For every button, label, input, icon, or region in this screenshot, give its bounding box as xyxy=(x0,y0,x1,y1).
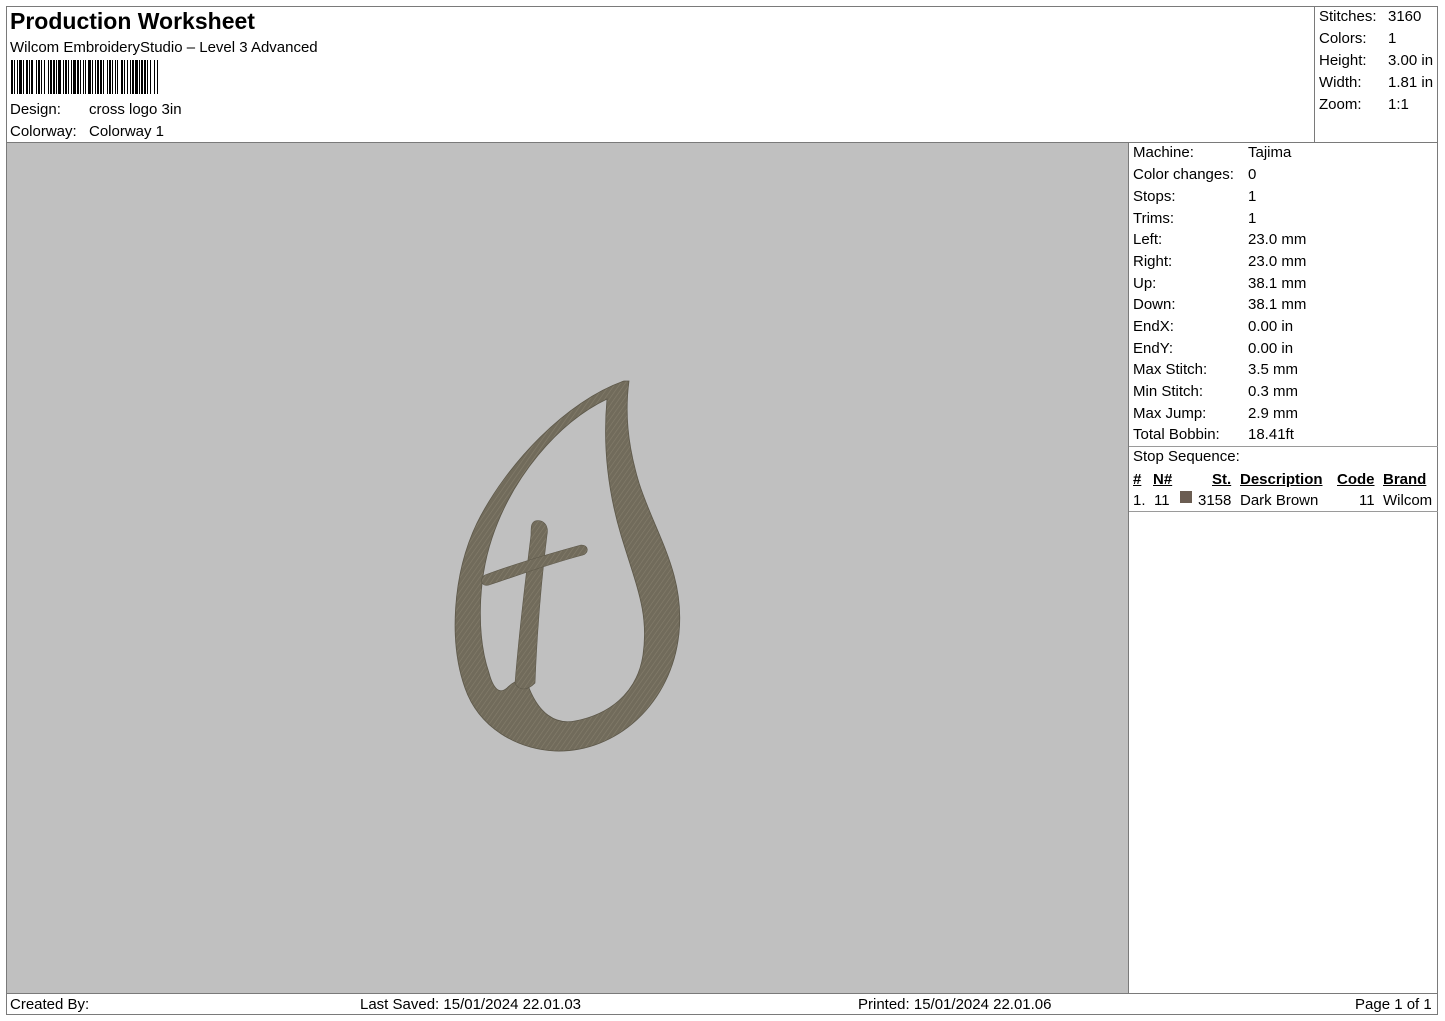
barcode xyxy=(11,60,158,94)
info-value: 2.9 mm xyxy=(1248,405,1299,422)
info-value: 0 xyxy=(1248,166,1257,183)
stat-value: 3160 xyxy=(1388,8,1422,25)
info-label: Trims: xyxy=(1133,210,1175,227)
info-label: Up: xyxy=(1133,275,1157,292)
footer-page: Page 1 of 1 xyxy=(1355,996,1432,1013)
col-num-header: # xyxy=(1133,471,1142,488)
footer-created-by: Created By: xyxy=(10,996,90,1013)
row-num: 1. xyxy=(1133,492,1146,509)
stat-label: Width: xyxy=(1319,74,1362,91)
info-label: Max Stitch: xyxy=(1133,361,1208,378)
info-value: 0.00 in xyxy=(1248,318,1294,335)
stat-value: 1 xyxy=(1388,30,1397,47)
stop-sequence-rule xyxy=(1129,446,1438,447)
info-value: 38.1 mm xyxy=(1248,296,1307,313)
stat-label: Stitches: xyxy=(1319,8,1377,25)
info-label: Right: xyxy=(1133,253,1173,270)
design-preview xyxy=(7,143,1128,993)
info-label: Machine: xyxy=(1133,144,1194,161)
info-value: 0.00 in xyxy=(1248,340,1294,357)
row-code: 11 xyxy=(1359,492,1375,509)
info-label: Min Stitch: xyxy=(1133,383,1204,400)
col-code-header: Code xyxy=(1337,471,1375,488)
footer-printed: Printed: 15/01/2024 22.01.06 xyxy=(858,996,1052,1013)
info-label: Left: xyxy=(1133,231,1163,248)
cross-icon xyxy=(514,520,548,690)
thread-color-swatch xyxy=(1180,491,1192,503)
col-brand-header: Brand xyxy=(1383,471,1427,488)
info-label: EndY: xyxy=(1133,340,1174,357)
info-value: 1 xyxy=(1248,210,1257,227)
col-description-header: Description xyxy=(1240,471,1323,488)
info-label: Down: xyxy=(1133,296,1176,313)
software-subtitle: Wilcom EmbroideryStudio – Level 3 Advanc… xyxy=(10,39,318,56)
info-value: 1 xyxy=(1248,188,1257,205)
stop-sequence-end-rule xyxy=(1129,511,1438,512)
info-value: 23.0 mm xyxy=(1248,231,1307,248)
info-label: Color changes: xyxy=(1133,166,1234,183)
info-label: EndX: xyxy=(1133,318,1174,335)
stat-value: 1:1 xyxy=(1388,96,1409,113)
panel-divider xyxy=(1128,143,1129,993)
col-needle-header: N# xyxy=(1153,471,1173,488)
stat-label: Colors: xyxy=(1319,30,1367,47)
colorway-value: Colorway 1 xyxy=(89,123,165,140)
header-divider xyxy=(1314,6,1315,143)
footer-rule xyxy=(6,993,1438,994)
info-label: Stops: xyxy=(1133,188,1176,205)
info-value: 0.3 mm xyxy=(1248,383,1299,400)
worksheet-title: Production Worksheet xyxy=(10,8,255,34)
embroidery-design xyxy=(454,380,681,752)
row-brand: Wilcom xyxy=(1383,492,1433,509)
row-description: Dark Brown xyxy=(1240,492,1319,509)
drop-shape xyxy=(454,380,681,752)
design-label: Design: xyxy=(10,101,61,118)
colorway-label: Colorway: xyxy=(10,123,77,140)
info-label: Max Jump: xyxy=(1133,405,1207,422)
info-value: Tajima xyxy=(1248,144,1292,161)
stat-value: 1.81 in xyxy=(1388,74,1434,91)
info-value: 38.1 mm xyxy=(1248,275,1307,292)
footer-last-saved: Last Saved: 15/01/2024 22.01.03 xyxy=(360,996,582,1013)
info-value: 18.41ft xyxy=(1248,426,1294,443)
stat-label: Height: xyxy=(1319,52,1367,69)
row-stitches: 3158 xyxy=(1198,492,1232,509)
stat-value: 3.00 in xyxy=(1388,52,1434,69)
info-value: 3.5 mm xyxy=(1248,361,1299,378)
info-value: 23.0 mm xyxy=(1248,253,1307,270)
info-label: Total Bobbin: xyxy=(1133,426,1220,443)
row-needle: 11 xyxy=(1154,492,1170,509)
stop-sequence-title: Stop Sequence: xyxy=(1133,448,1240,465)
col-stitches-header: St. xyxy=(1212,471,1232,488)
design-value: cross logo 3in xyxy=(89,101,182,118)
stat-label: Zoom: xyxy=(1319,96,1362,113)
